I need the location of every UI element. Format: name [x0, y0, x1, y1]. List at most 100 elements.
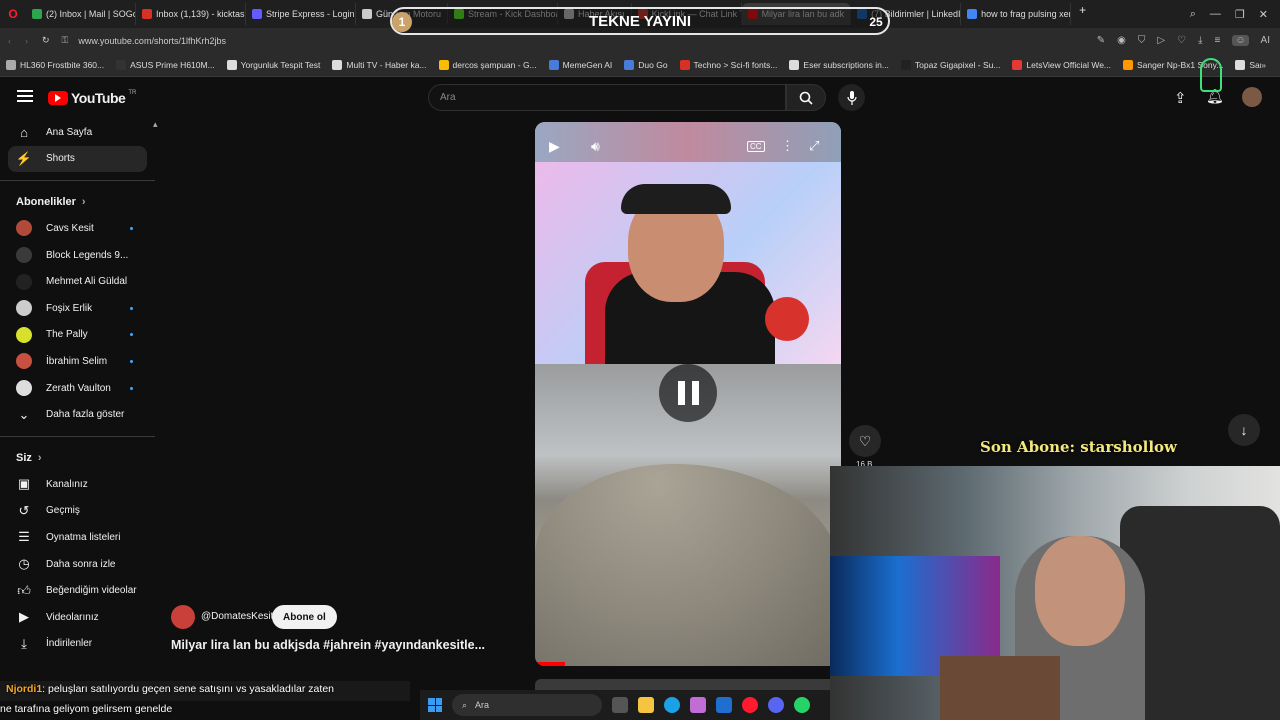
- maximize-icon[interactable]: ❐: [1235, 8, 1245, 21]
- next-short-button[interactable]: ↓: [1228, 414, 1260, 446]
- heart-icon: ♡: [858, 432, 872, 449]
- voice-search-button[interactable]: [838, 84, 865, 111]
- player-icon[interactable]: ▷: [1157, 35, 1165, 46]
- hamburger-menu-icon[interactable]: [17, 90, 33, 102]
- new-tab-icon[interactable]: +: [1071, 3, 1094, 25]
- shorts-video-player[interactable]: ▶ 🔊︎ CC ⋮ ⤢: [535, 122, 841, 666]
- channel-avatar[interactable]: [171, 605, 195, 629]
- site-info-icon[interactable]: ⚿: [62, 35, 69, 46]
- copilot-icon[interactable]: [690, 697, 706, 713]
- subscriptions-header[interactable]: Abonelikler ›: [0, 189, 155, 215]
- home-icon: ⌂: [20, 124, 28, 140]
- tab-favicon-icon: [252, 9, 262, 19]
- forward-icon[interactable]: ›: [25, 36, 28, 46]
- pause-button[interactable]: [659, 364, 717, 422]
- fullscreen-icon[interactable]: ⤢: [809, 138, 819, 154]
- bookmark-favicon-icon: [226, 59, 237, 70]
- reload-icon[interactable]: ↻: [42, 35, 50, 46]
- search-input[interactable]: Ara: [428, 84, 786, 111]
- sidebar-item-videos[interactable]: ▶ Videolarınız: [0, 604, 155, 631]
- bookmark-item[interactable]: Topaz Gigapixel - Su...: [895, 59, 1007, 70]
- back-icon[interactable]: ‹: [8, 36, 11, 46]
- sidebar-item-like[interactable]: 👍︎ Beğendiğim videolar: [0, 577, 155, 604]
- show-more-button[interactable]: ⌄ Daha fazla göster: [0, 401, 155, 428]
- bookmark-item[interactable]: Sanger NP-BX1 Son...: [1229, 59, 1261, 70]
- bookmark-item[interactable]: HL360 Frostbite 360...: [0, 59, 110, 70]
- new-content-dot: [130, 333, 133, 337]
- close-window-icon[interactable]: ✕: [1259, 8, 1268, 21]
- shield-icon[interactable]: ⛉: [1138, 35, 1146, 46]
- chevron-right-icon: ›: [81, 196, 86, 209]
- youtube-logo[interactable]: YouTube TR: [48, 90, 136, 106]
- file-explorer-icon[interactable]: [638, 697, 654, 713]
- subscription-item[interactable]: İbrahim Selim: [0, 348, 155, 375]
- url-field[interactable]: www.youtube.com/shorts/1lfhKrh2jbs: [78, 36, 226, 46]
- like-button[interactable]: ♡: [849, 425, 881, 457]
- browser-tab[interactable]: how to frag pulsing xen: [961, 3, 1072, 25]
- opera-icon[interactable]: [742, 697, 758, 713]
- minimize-icon[interactable]: —: [1210, 8, 1221, 21]
- tab-favicon-icon: [362, 9, 372, 19]
- bookmark-item[interactable]: Yorgunluk Tespit Test: [221, 59, 327, 70]
- download-icon[interactable]: ⤓: [1198, 35, 1202, 46]
- sidebar-item-watch-later[interactable]: ◷ Daha sonra izle: [0, 551, 155, 578]
- subscription-item[interactable]: Mehmet Ali Güldal: [0, 268, 155, 295]
- browser-tab[interactable]: (2) Inbox | Mail | SOGo G: [26, 3, 136, 25]
- whatsapp-icon[interactable]: [794, 697, 810, 713]
- more-options-icon[interactable]: ⋮: [781, 138, 794, 154]
- edit-icon[interactable]: ✎: [1097, 35, 1105, 46]
- bookmark-item[interactable]: dercos şampuan - G...: [433, 59, 543, 70]
- sidebar-item-shorts[interactable]: ⚡ Shorts: [8, 145, 147, 173]
- menu-icon[interactable]: ≡: [1214, 35, 1220, 46]
- search-button[interactable]: [786, 84, 826, 111]
- upload-icon[interactable]: ⇪: [1174, 89, 1187, 107]
- short-title[interactable]: Milyar lira lan bu adkjsda #jahrein #yay…: [171, 638, 501, 652]
- bookmark-item[interactable]: Duo Go: [618, 59, 673, 70]
- captions-icon[interactable]: CC: [747, 141, 765, 152]
- sidebar-item-home[interactable]: ⌂ Ana Sayfa: [0, 119, 155, 146]
- bookmark-label: Multi TV - Haber ka...: [346, 59, 427, 70]
- sidebar-item-download[interactable]: ⤓ İndirilenler: [0, 631, 155, 658]
- subscription-item[interactable]: Zerath Vaulton: [0, 375, 155, 402]
- channel-avatar: [16, 326, 32, 343]
- camera-icon[interactable]: ◉: [1117, 35, 1126, 46]
- subscription-item[interactable]: Block Legends 9...: [0, 242, 155, 269]
- profile-icon[interactable]: ☺: [1232, 35, 1249, 46]
- search-tabs-icon[interactable]: ⌕: [1190, 8, 1196, 21]
- bookmark-item[interactable]: Techno > Sci-fi fonts...: [674, 59, 784, 70]
- volume-icon[interactable]: 🔊︎: [591, 138, 600, 155]
- subscription-item[interactable]: Cavs Kesit: [0, 215, 155, 242]
- browser-tab[interactable]: Stripe Express - Login: [246, 3, 356, 25]
- sidebar-scroll-up-icon[interactable]: ▴: [153, 119, 158, 130]
- subscription-item[interactable]: Foşix Erlik: [0, 295, 155, 322]
- subscribe-button[interactable]: Abone ol: [272, 605, 337, 629]
- opera-logo[interactable]: O: [0, 7, 26, 21]
- progress-bar[interactable]: [535, 662, 565, 666]
- play-icon[interactable]: ▶: [549, 138, 560, 155]
- sidebar-item-channel[interactable]: ▣ Kanalınız: [0, 471, 155, 498]
- bookmark-item[interactable]: ASUS Prime H610M...: [110, 59, 221, 70]
- bookmark-item[interactable]: Multi TV - Haber ka...: [326, 59, 432, 70]
- taskbar-search[interactable]: ⌕ Ara: [452, 694, 602, 716]
- bookmark-item[interactable]: MemeGen AI: [543, 59, 619, 70]
- discord-icon[interactable]: [768, 697, 784, 713]
- bookmark-item[interactable]: Eser subscriptions in...: [783, 59, 895, 70]
- browser-tab[interactable]: Inbox (1,139) - kicktask: [136, 3, 246, 25]
- subscription-item[interactable]: The Pally: [0, 322, 155, 349]
- new-content-dot: [130, 386, 133, 390]
- bookmarks-more-icon[interactable]: »: [1261, 60, 1280, 70]
- task-view-icon[interactable]: [612, 697, 628, 713]
- chat-message: ne tarafına geliyom gelirsem genelde: [0, 703, 173, 715]
- edge-icon[interactable]: [664, 697, 680, 713]
- bookmark-item[interactable]: LetsView Official We...: [1006, 59, 1117, 70]
- windows-start-icon[interactable]: [428, 698, 442, 712]
- stream-chat-overlay: Njordi1: peluşları satılıyordu geçen sen…: [0, 681, 410, 720]
- you-header[interactable]: Siz ›: [0, 445, 155, 471]
- aria-icon[interactable]: AI: [1261, 35, 1270, 46]
- store-icon[interactable]: [716, 697, 732, 713]
- sidebar-item-history[interactable]: ↺ Geçmiş: [0, 498, 155, 525]
- sidebar-item-playlist[interactable]: ☰ Oynatma listeleri: [0, 524, 155, 551]
- heart-icon[interactable]: ♡: [1177, 35, 1186, 46]
- channel-handle[interactable]: @DomatesKesit: [201, 611, 273, 622]
- account-avatar[interactable]: [1242, 87, 1262, 107]
